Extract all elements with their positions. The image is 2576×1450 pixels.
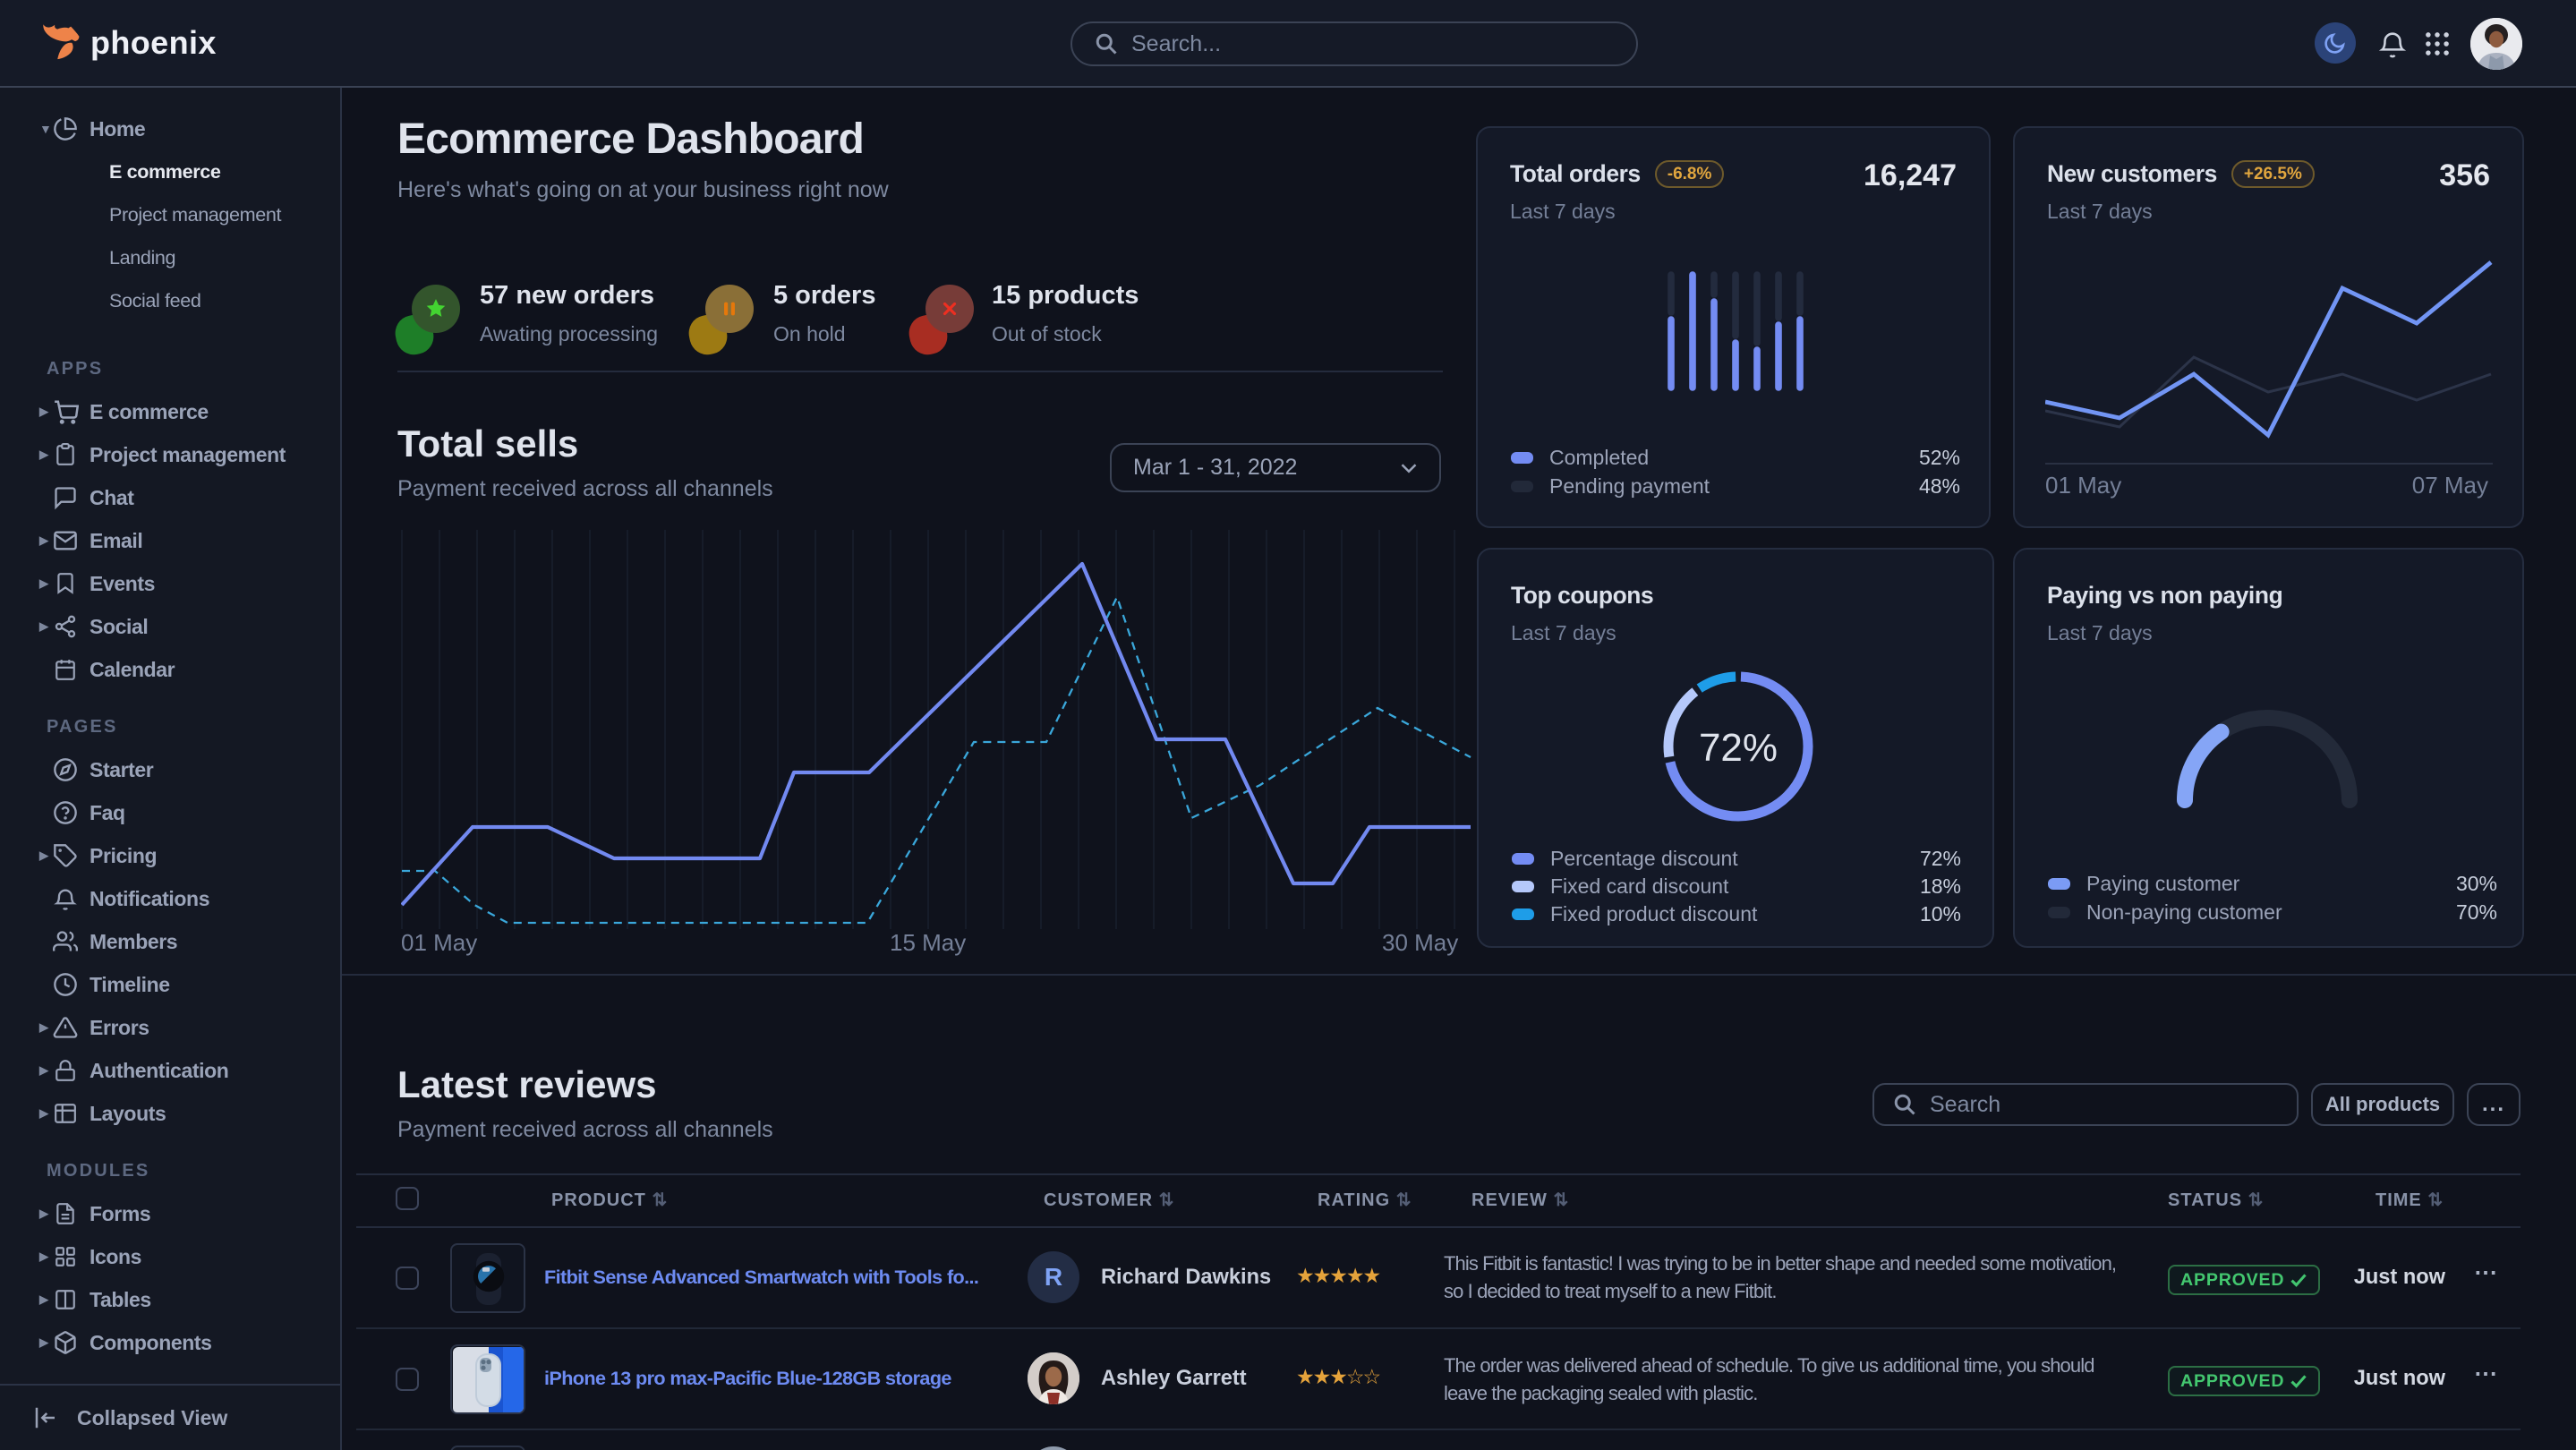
svg-text:72%: 72% [1699, 726, 1778, 770]
